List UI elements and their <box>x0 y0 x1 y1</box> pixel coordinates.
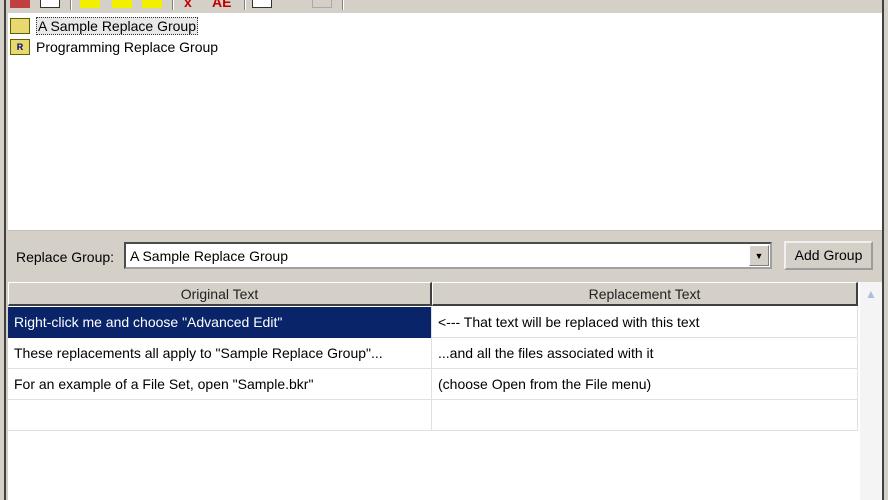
add-group-button[interactable]: Add Group <box>784 241 873 270</box>
open-folder-icon <box>10 18 30 34</box>
replacement-cell[interactable]: <--- That text will be replaced with thi… <box>432 307 858 338</box>
replace-all-icon[interactable]: AE <box>212 0 238 10</box>
toolbar-separator <box>244 0 246 10</box>
original-cell[interactable]: These replacements all apply to "Sample … <box>8 338 432 369</box>
replace-group-combo[interactable]: A Sample Replace Group ▼ <box>124 242 772 269</box>
group-icon-1[interactable] <box>80 0 100 8</box>
group-icon-2[interactable] <box>112 0 132 8</box>
replacement-cell[interactable]: ...and all the files associated with it <box>432 338 858 369</box>
window-frame-right <box>882 0 888 500</box>
tree-item-label: Programming Replace Group <box>36 39 219 55</box>
print-icon[interactable] <box>10 0 30 8</box>
list-icon[interactable] <box>312 0 332 8</box>
new-icon[interactable] <box>40 0 60 8</box>
original-cell[interactable]: Right-click me and choose "Advanced Edit… <box>8 307 432 338</box>
table-row[interactable]: These replacements all apply to "Sample … <box>8 338 858 369</box>
edit-icon[interactable] <box>252 0 272 8</box>
replacement-cell[interactable]: (choose Open from the File menu) <box>432 369 858 400</box>
toolbar: x AE <box>0 0 888 12</box>
delete-icon[interactable]: x <box>184 0 204 10</box>
scroll-up-icon[interactable]: ▲ <box>860 282 882 306</box>
original-cell[interactable]: For an example of a File Set, open "Samp… <box>8 369 432 400</box>
tree-item[interactable]: R Programming Replace Group <box>10 37 218 57</box>
chevron-down-icon[interactable]: ▼ <box>749 245 769 266</box>
toolbar-separator <box>172 0 174 10</box>
window-frame-left <box>0 0 6 500</box>
find-icon[interactable] <box>350 0 370 8</box>
tree-item[interactable]: A Sample Replace Group <box>10 16 198 36</box>
tree-item-label: A Sample Replace Group <box>36 17 198 35</box>
column-header-replacement[interactable]: Replacement Text <box>432 282 858 306</box>
table-row[interactable]: For an example of a File Set, open "Samp… <box>8 369 858 400</box>
replacement-cell[interactable] <box>432 400 858 431</box>
folder-icon: R <box>10 39 30 55</box>
group-selector-row: Replace Group: A Sample Replace Group ▼ … <box>8 236 882 280</box>
column-header-original[interactable]: Original Text <box>8 282 432 306</box>
toolbar-separator <box>342 0 344 10</box>
replace-group-tree[interactable]: A Sample Replace Group R Programming Rep… <box>8 13 882 231</box>
original-cell[interactable] <box>8 400 432 431</box>
vertical-scrollbar[interactable]: ▲ <box>860 282 882 500</box>
replacement-grid: Original Text Replacement Text Right-cli… <box>8 282 860 500</box>
toolbar-separator <box>70 0 72 10</box>
table-row[interactable] <box>8 400 858 431</box>
replace-group-value: A Sample Replace Group <box>130 248 288 264</box>
table-row[interactable]: Right-click me and choose "Advanced Edit… <box>8 307 858 338</box>
check-icon[interactable] <box>282 0 302 8</box>
group-icon-3[interactable] <box>142 0 162 8</box>
replace-group-label: Replace Group: <box>16 249 115 265</box>
